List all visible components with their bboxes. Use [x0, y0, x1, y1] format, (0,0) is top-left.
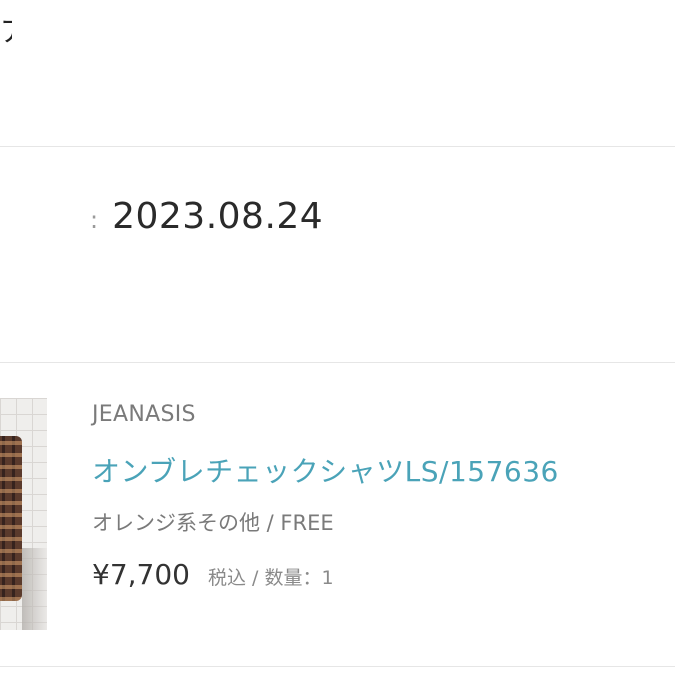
- divider: [0, 362, 675, 363]
- tax-quantity: 税込 / 数量：1: [207, 567, 334, 589]
- date-separator: :: [90, 206, 99, 234]
- product-name-link[interactable]: オンブレチェックシャツLS/157636: [92, 450, 559, 490]
- product-brand: JEANASIS: [92, 402, 196, 427]
- divider: [0, 146, 675, 147]
- product-price: ¥7,700: [92, 558, 190, 591]
- divider: [0, 666, 675, 667]
- order-date: 2023.08.24: [112, 196, 324, 237]
- product-variant: オレンジ系その他 / FREE: [92, 511, 334, 535]
- thumbnail-shirt: [0, 436, 22, 601]
- product-thumbnail[interactable]: [0, 398, 47, 630]
- order-date-row: : 2023.08.24: [90, 196, 323, 237]
- thumbnail-shade: [22, 548, 47, 630]
- page-title-fragment: ア: [0, 18, 12, 46]
- price-row: ¥7,700 税込 / 数量：1: [92, 558, 334, 591]
